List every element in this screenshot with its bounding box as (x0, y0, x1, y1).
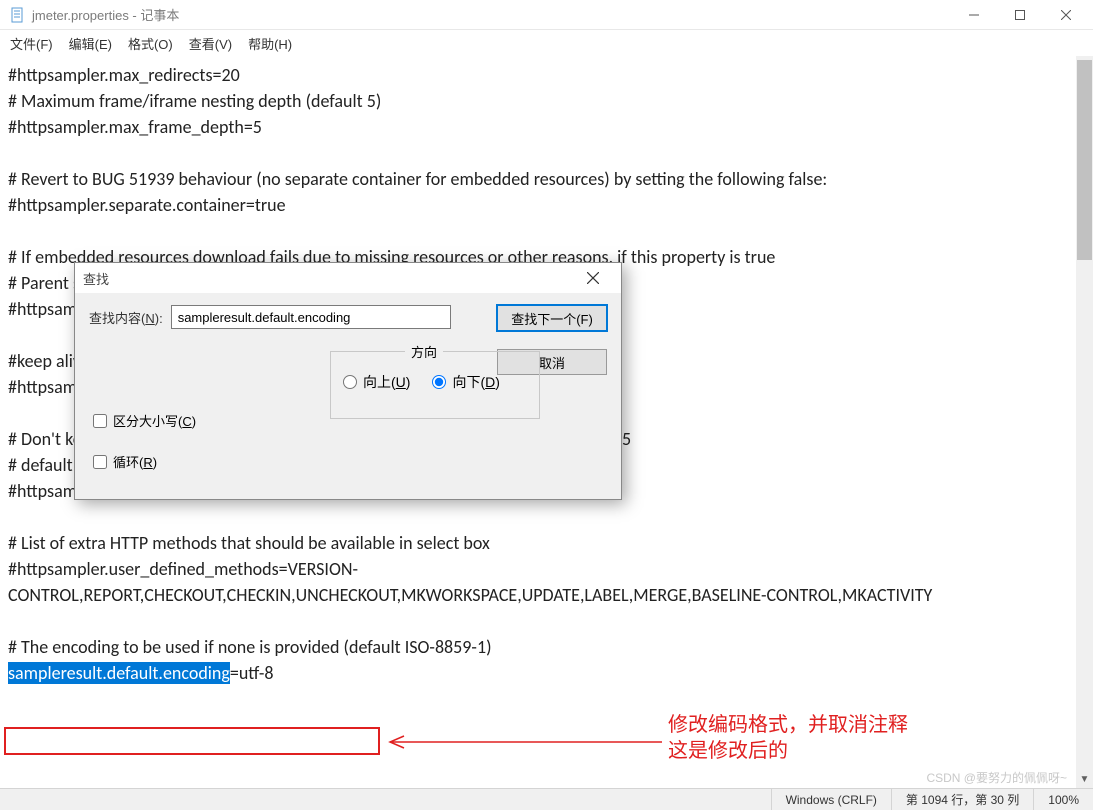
menu-bar: 文件(F) 编辑(E) 格式(O) 查看(V) 帮助(H) (0, 30, 1093, 56)
close-button[interactable] (1043, 0, 1089, 30)
window-title: jmeter.properties - 记事本 (32, 5, 179, 24)
dialog-close-button[interactable] (573, 263, 613, 293)
direction-legend: 方向 (405, 342, 443, 361)
scroll-thumb[interactable] (1077, 60, 1092, 260)
annotation-box (4, 727, 380, 755)
window-titlebar: jmeter.properties - 记事本 (0, 0, 1093, 30)
notepad-icon (10, 7, 26, 23)
annotation-text: 修改编码格式，并取消注释 这是修改后的 (668, 712, 908, 764)
vertical-scrollbar[interactable]: ▲ ▼ (1076, 56, 1093, 788)
find-label: 查找内容(N): (89, 308, 163, 327)
status-pos: 第 1094 行，第 30 列 (891, 789, 1033, 810)
minimize-button[interactable] (951, 0, 997, 30)
menu-help[interactable]: 帮助(H) (248, 34, 292, 53)
dialog-title: 查找 (83, 269, 109, 288)
find-input[interactable] (171, 305, 451, 329)
dialog-titlebar[interactable]: 查找 (75, 263, 621, 293)
direction-up-radio[interactable]: 向上(U) (343, 372, 410, 392)
match-case-checkbox[interactable]: 区分大小写(C) (93, 411, 196, 430)
annotation-arrow-icon (382, 734, 662, 750)
find-dialog: 查找 查找内容(N): 查找下一个(F) 取消 方向 向上(U) 向下(D) 区… (74, 262, 622, 500)
menu-edit[interactable]: 编辑(E) (69, 34, 112, 53)
scroll-down-icon[interactable]: ▼ (1076, 771, 1093, 788)
find-next-button[interactable]: 查找下一个(F) (497, 305, 607, 331)
status-eol: Windows (CRLF) (771, 789, 891, 810)
status-bar: Windows (CRLF) 第 1094 行，第 30 列 100% (0, 788, 1093, 810)
direction-group: 方向 向上(U) 向下(D) (330, 351, 540, 419)
maximize-button[interactable] (997, 0, 1043, 30)
menu-view[interactable]: 查看(V) (189, 34, 232, 53)
direction-down-radio[interactable]: 向下(D) (432, 372, 499, 392)
menu-file[interactable]: 文件(F) (10, 34, 53, 53)
wrap-around-checkbox[interactable]: 循环(R) (93, 452, 196, 471)
status-zoom: 100% (1033, 789, 1093, 810)
menu-format[interactable]: 格式(O) (128, 34, 173, 53)
